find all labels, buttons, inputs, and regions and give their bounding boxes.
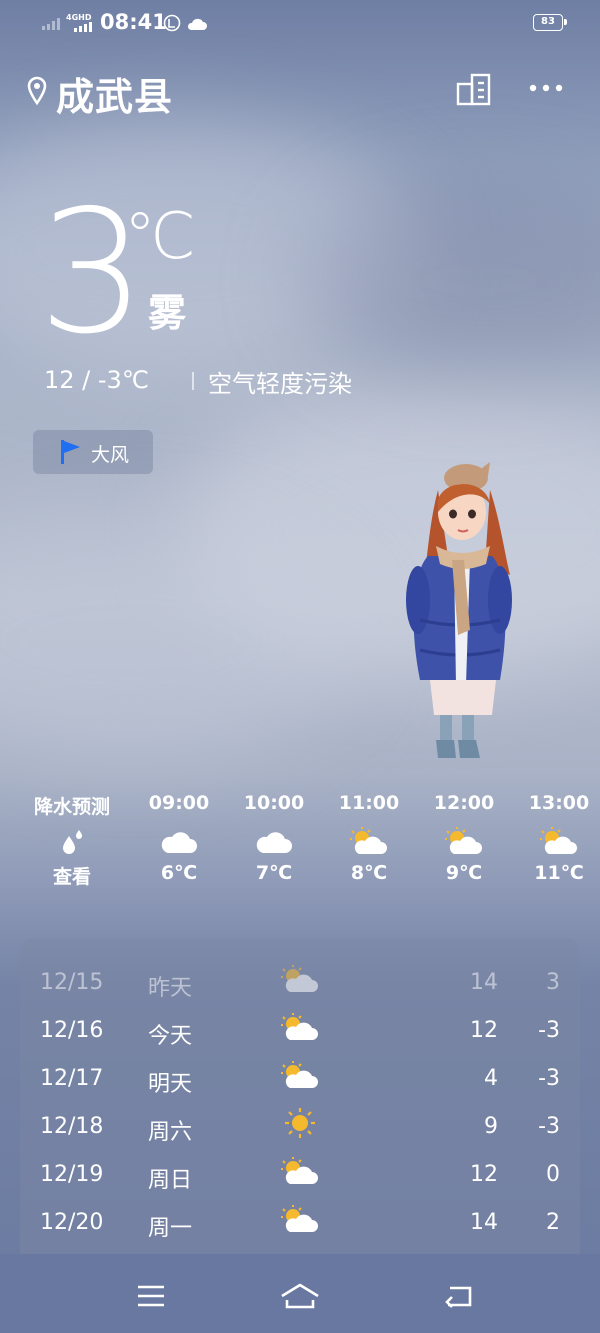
day-date: 12/20: [40, 1210, 104, 1235]
day-low: -3: [538, 1018, 560, 1043]
hour-temp: 9℃: [445, 862, 483, 884]
day-low: 3: [546, 970, 560, 995]
daily-row[interactable]: 12/17 明天 4 -3: [20, 1054, 580, 1102]
hourly-item: 11:00 8℃: [319, 792, 419, 884]
city-name[interactable]: 成武县: [56, 66, 173, 121]
precip-link: 查看: [52, 866, 91, 888]
home-icon: [281, 1283, 319, 1309]
partly-cloudy-icon: [281, 965, 318, 992]
partly-cloudy-icon: [281, 1013, 318, 1040]
partly-cloudy-icon: [281, 1157, 318, 1184]
signal-icon: [74, 22, 92, 32]
day-date: 12/15: [40, 970, 104, 995]
flag-icon: [61, 440, 80, 464]
day-name: 昨天: [148, 976, 193, 1001]
system-navigation-bar: [0, 1254, 600, 1333]
hour-temp: 6℃: [160, 862, 198, 884]
wind-alert-chip[interactable]: 大风: [33, 430, 153, 474]
cloud-icon: [256, 832, 292, 853]
daily-row[interactable]: 12/18 周六 9 -3: [20, 1102, 580, 1150]
menu-icon: [138, 1285, 164, 1307]
hourly-item: 13:00 11℃: [509, 792, 600, 884]
hourly-item: 12:00 9℃: [414, 792, 514, 884]
day-name: 周六: [148, 1120, 193, 1145]
alert-label: 大风: [91, 444, 130, 466]
weather-condition: 雾: [148, 291, 187, 335]
divider: [192, 372, 194, 390]
day-low: 0: [546, 1162, 560, 1187]
day-date: 12/19: [40, 1162, 104, 1187]
day-high: 14: [470, 1210, 498, 1235]
day-high: 12: [470, 1162, 498, 1187]
day-name: 周一: [148, 1216, 193, 1241]
temperature-unit: ℃: [124, 200, 196, 274]
location-pin-icon: [27, 76, 47, 106]
day-high: 4: [484, 1066, 498, 1091]
day-high: 9: [484, 1114, 498, 1139]
hour-temp: 8℃: [350, 862, 388, 884]
network-type: 4GHD: [66, 13, 92, 22]
partly-cloudy-icon: [350, 827, 387, 854]
temperature-range: 12 / -3℃: [44, 366, 149, 394]
hour-time: 12:00: [433, 792, 495, 814]
menu-button[interactable]: [126, 1276, 176, 1316]
partly-cloudy-icon: [540, 827, 577, 854]
cloud-icon: [161, 832, 197, 853]
day-name: 今天: [148, 1024, 193, 1049]
hour-time: 11:00: [338, 792, 400, 814]
hour-time: 13:00: [528, 792, 590, 814]
hour-time: 09:00: [148, 792, 210, 814]
day-date: 12/18: [40, 1114, 104, 1139]
home-button[interactable]: [275, 1276, 325, 1316]
partly-cloudy-icon: [281, 1205, 318, 1232]
day-low: 2: [546, 1210, 560, 1235]
daily-forecast-panel: 12/15 昨天 14 3 12/16 今天 12 -3 12/17 明天 4 …: [20, 938, 580, 1258]
partly-cloudy-icon: [281, 1061, 318, 1088]
hourly-item: 09:00 6℃: [129, 792, 229, 884]
hour-temp: 7℃: [255, 862, 293, 884]
hourly-forecast: 降水预测 查看 09:00 6℃ 10:00 7℃ 11:00 8℃ 12:00: [0, 792, 600, 902]
day-date: 12/16: [40, 1018, 104, 1043]
day-name: 明天: [148, 1072, 193, 1097]
daily-row[interactable]: 12/16 今天 12 -3: [20, 1006, 580, 1054]
daily-row[interactable]: 12/20 周一 14 2: [20, 1198, 580, 1246]
daily-row[interactable]: 12/15 昨天 14 3: [20, 958, 580, 1006]
city-list-icon[interactable]: [456, 72, 492, 106]
day-high: 14: [470, 970, 498, 995]
weather-character-illustration: [406, 462, 512, 758]
battery-indicator: 83: [533, 14, 567, 31]
day-name: 周日: [148, 1168, 193, 1193]
day-low: -3: [538, 1066, 560, 1091]
precipitation-forecast[interactable]: 降水预测 查看: [22, 792, 122, 889]
day-high: 12: [470, 1018, 498, 1043]
more-dots-icon[interactable]: [528, 82, 564, 94]
status-bar: 4GHD 08:41 83: [0, 0, 600, 48]
raindrop-icon: [63, 830, 82, 854]
back-button[interactable]: [433, 1276, 483, 1316]
hourly-item: 10:00 7℃: [224, 792, 324, 884]
day-low: -3: [538, 1114, 560, 1139]
precip-header: 降水预测: [33, 796, 110, 818]
partly-cloudy-icon: [445, 827, 482, 854]
data-saver-icon: [163, 14, 181, 32]
hour-time: 10:00: [243, 792, 305, 814]
day-date: 12/17: [40, 1066, 104, 1091]
status-time: 08:41: [100, 10, 167, 34]
sun-icon: [285, 1108, 315, 1138]
back-icon: [445, 1286, 472, 1308]
cloud-notification-icon: [187, 18, 207, 30]
daily-row[interactable]: 12/19 周日 12 0: [20, 1150, 580, 1198]
air-quality[interactable]: 空气轻度污染: [208, 364, 352, 399]
hour-temp: 11℃: [534, 862, 584, 884]
signal-weak-icon: [42, 18, 60, 30]
